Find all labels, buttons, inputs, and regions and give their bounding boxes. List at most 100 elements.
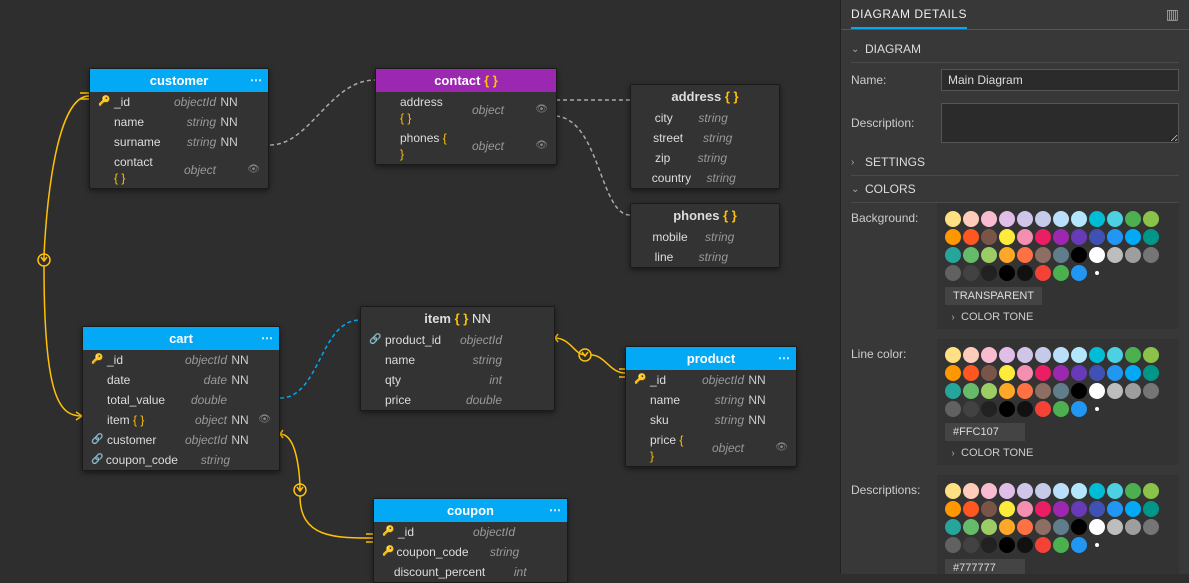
field-row[interactable]: contact { }object👁 (90, 152, 268, 188)
color-swatch[interactable] (1053, 265, 1069, 281)
field-row[interactable]: item { }objectNN👁 (83, 410, 279, 430)
entity-cart[interactable]: cart ⋯ 🔑_idobjectIdNN datedateNN total_v… (82, 326, 280, 471)
diagram-canvas[interactable]: customer ⋯ 🔑_idobjectIdNN namestringNN s… (0, 0, 840, 574)
color-swatch[interactable] (945, 347, 961, 363)
color-swatch[interactable] (999, 247, 1015, 263)
entity-menu-icon[interactable]: ⋯ (549, 503, 561, 517)
color-swatch[interactable] (999, 401, 1015, 417)
color-swatch[interactable] (1071, 229, 1087, 245)
color-swatch[interactable] (1125, 365, 1141, 381)
color-swatch[interactable] (1017, 383, 1033, 399)
entity-item[interactable]: item { } NN 🔗product_idobjectId namestri… (360, 306, 555, 411)
color-swatch[interactable] (1017, 211, 1033, 227)
color-tone-toggle[interactable]: › COLOR TONE (945, 311, 1171, 323)
entity-phones[interactable]: phones { } mobilestring linestring (630, 203, 780, 268)
color-swatch[interactable] (963, 401, 979, 417)
entity-header[interactable]: customer ⋯ (90, 69, 268, 92)
field-row[interactable]: qtyint (361, 370, 554, 390)
color-swatch[interactable] (981, 229, 997, 245)
descriptions-hex-input[interactable] (945, 559, 1025, 574)
color-swatch[interactable] (999, 483, 1015, 499)
color-swatch[interactable] (1053, 401, 1069, 417)
color-swatch[interactable] (1053, 519, 1069, 535)
entity-coupon[interactable]: coupon ⋯ 🔑_idobjectId🔑coupon_codestring … (373, 498, 568, 583)
color-swatch[interactable] (963, 365, 979, 381)
color-swatch[interactable] (981, 519, 997, 535)
color-swatch[interactable] (963, 347, 979, 363)
entity-header[interactable]: item { } NN (361, 307, 554, 330)
color-swatch[interactable] (1017, 501, 1033, 517)
color-swatch[interactable] (981, 537, 997, 553)
entity-header[interactable]: cart ⋯ (83, 327, 279, 350)
color-swatch[interactable] (1035, 347, 1051, 363)
field-row[interactable]: 🔗coupon_codestring (83, 450, 279, 470)
color-swatch[interactable] (1053, 229, 1069, 245)
section-diagram[interactable]: ⌄ DIAGRAM (851, 36, 1179, 63)
color-swatch[interactable] (1017, 365, 1033, 381)
color-swatch[interactable] (1035, 211, 1051, 227)
color-swatch[interactable] (1125, 519, 1141, 535)
color-swatch[interactable] (1107, 347, 1123, 363)
color-swatch[interactable] (1071, 401, 1087, 417)
color-swatch[interactable] (1017, 483, 1033, 499)
color-swatch[interactable] (1071, 265, 1087, 281)
color-swatch[interactable] (1089, 247, 1105, 263)
color-swatch[interactable] (963, 501, 979, 517)
color-swatch[interactable] (945, 537, 961, 553)
color-swatch[interactable] (1017, 265, 1033, 281)
color-swatch[interactable] (999, 383, 1015, 399)
entity-header[interactable]: coupon ⋯ (374, 499, 567, 522)
color-swatch[interactable] (1053, 211, 1069, 227)
color-swatch[interactable] (1125, 229, 1141, 245)
tab-diagram-details[interactable]: DIAGRAM DETAILS (851, 1, 967, 29)
color-swatch[interactable] (1089, 501, 1105, 517)
field-row[interactable]: citystring (631, 108, 779, 128)
color-swatch[interactable] (1017, 519, 1033, 535)
field-row[interactable]: zipstring (631, 148, 779, 168)
field-row[interactable]: namestringNN (90, 112, 268, 132)
color-swatch[interactable] (1107, 383, 1123, 399)
field-row[interactable]: phones { }object👁 (376, 128, 556, 164)
color-swatch[interactable] (1035, 365, 1051, 381)
color-swatch[interactable] (1107, 483, 1123, 499)
color-swatch[interactable] (1035, 401, 1051, 417)
color-swatch[interactable] (963, 265, 979, 281)
color-swatch[interactable] (945, 519, 961, 535)
color-swatch[interactable] (963, 519, 979, 535)
color-swatch[interactable] (1089, 483, 1105, 499)
color-swatch[interactable] (1071, 501, 1087, 517)
color-swatch[interactable] (1143, 383, 1159, 399)
color-swatch[interactable] (1143, 483, 1159, 499)
color-swatch[interactable] (1107, 211, 1123, 227)
color-swatch[interactable] (945, 401, 961, 417)
eye-icon[interactable]: 👁 (242, 162, 260, 178)
color-swatch[interactable] (1107, 365, 1123, 381)
color-swatch[interactable] (945, 229, 961, 245)
color-swatch[interactable] (1071, 519, 1087, 535)
color-swatch[interactable] (945, 365, 961, 381)
color-swatch[interactable] (1053, 365, 1069, 381)
color-swatch[interactable] (1071, 537, 1087, 553)
color-swatch[interactable] (999, 537, 1015, 553)
color-swatch[interactable] (1035, 229, 1051, 245)
color-swatch[interactable] (963, 537, 979, 553)
field-row[interactable]: 🔗customerobjectIdNN (83, 430, 279, 450)
color-swatch[interactable] (981, 265, 997, 281)
layout-icon[interactable]: ▥ (1166, 6, 1179, 23)
color-swatch[interactable] (1143, 247, 1159, 263)
color-swatch[interactable] (1107, 247, 1123, 263)
color-swatch[interactable] (963, 211, 979, 227)
eye-icon[interactable]: 👁 (253, 412, 271, 428)
field-row[interactable]: datedateNN (83, 370, 279, 390)
color-swatch[interactable] (1143, 501, 1159, 517)
field-row[interactable]: countrystring (631, 168, 779, 188)
color-swatch[interactable] (1053, 383, 1069, 399)
color-swatch[interactable] (981, 211, 997, 227)
color-swatch[interactable] (945, 265, 961, 281)
color-swatch[interactable] (1035, 383, 1051, 399)
entity-header[interactable]: address { } (631, 85, 779, 108)
entity-menu-icon[interactable]: ⋯ (261, 331, 273, 345)
field-row[interactable]: namestringNN (626, 390, 796, 410)
color-swatch[interactable] (1071, 365, 1087, 381)
color-swatch[interactable] (1107, 501, 1123, 517)
